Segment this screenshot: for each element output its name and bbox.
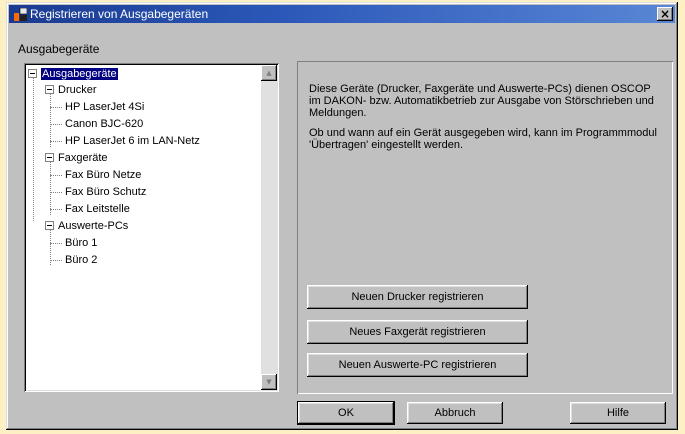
scroll-down-icon[interactable]: ▼ [261,374,277,390]
tree-scrollbar[interactable]: ▲ ▼ [261,65,277,390]
tree-item-auswerte-pcs[interactable]: Auswerte-PCs [45,219,128,234]
group-label: Ausgabegeräte [18,42,100,56]
tree-item-label: Fax Leitstelle [65,203,130,215]
tree-item-fax-device[interactable]: Fax Büro Schutz [65,185,146,200]
tree-line [50,93,51,147]
tree-line [33,78,34,221]
help-button[interactable]: Hilfe [570,402,666,424]
tree-item-label: Faxgeräte [58,152,108,164]
tree-line [50,192,62,193]
window-title: Registrieren von Ausgabegeräten [30,7,209,21]
info-panel: Diese Geräte (Drucker, Faxgeräte und Aus… [297,61,673,394]
ok-button[interactable]: OK [297,401,395,425]
tree-line [50,141,62,142]
dialog-window: Registrieren von Ausgabegeräten × Ausgab… [6,2,678,430]
tree-line [50,107,62,108]
tree-item-fax-device[interactable]: Fax Büro Netze [65,168,141,183]
tree-line [50,161,51,215]
tree-item-label: Fax Büro Schutz [65,186,147,198]
close-button[interactable]: × [657,7,673,21]
tree-item-printer[interactable]: HP LaserJet 4Si [65,100,144,115]
tree-item-fax[interactable]: Faxgeräte [45,151,108,166]
tree-line [50,175,62,176]
tree-item-label: Büro 1 [65,237,98,249]
collapse-icon[interactable] [45,220,54,230]
collapse-icon[interactable] [28,68,37,78]
tree-item-label: Canon BJC-620 [65,118,144,130]
scroll-up-icon[interactable]: ▲ [261,65,277,81]
collapse-icon[interactable] [45,84,54,94]
tree-item-label: Ausgabegeräte [41,68,118,80]
tree-line [50,243,62,244]
info-paragraph-1: Diese Geräte (Drucker, Faxgeräte und Aus… [309,83,654,119]
device-tree[interactable]: Ausgabegeräte Drucker HP LaserJet 4Si Ca… [24,63,279,392]
tree-item-root[interactable]: Ausgabegeräte [28,67,118,82]
tree-item-label: Drucker [58,84,97,96]
tree-item-pc[interactable]: Büro 1 [65,236,97,251]
tree-item-label: HP LaserJet 6 im LAN-Netz [65,135,200,147]
tree-line [50,124,62,125]
tree-item-label: HP LaserJet 4Si [65,101,145,113]
app-icon [13,7,27,21]
tree-line [50,260,62,261]
register-fax-button[interactable]: Neues Faxgerät registrieren [307,320,528,344]
cancel-button[interactable]: Abbruch [407,402,503,424]
tree-item-pc[interactable]: Büro 2 [65,253,97,268]
tree-item-printer[interactable]: HP LaserJet 6 im LAN-Netz [65,134,200,149]
tree-content: Ausgabegeräte Drucker HP LaserJet 4Si Ca… [28,67,261,388]
tree-item-label: Fax Büro Netze [65,169,142,181]
tree-item-label: Büro 2 [65,254,98,266]
tree-item-label: Auswerte-PCs [58,220,129,232]
tree-item-fax-device[interactable]: Fax Leitstelle [65,202,130,217]
register-printer-button[interactable]: Neuen Drucker registrieren [307,285,528,309]
info-text: Diese Geräte (Drucker, Faxgeräte und Aus… [309,83,665,159]
tree-item-drucker[interactable]: Drucker [45,83,97,98]
tree-line [50,209,62,210]
tree-item-printer[interactable]: Canon BJC-620 [65,117,143,132]
info-paragraph-2: Ob und wann auf ein Gerät ausgegeben wir… [309,127,657,151]
register-pc-button[interactable]: Neuen Auswerte-PC registrieren [307,353,528,377]
collapse-icon[interactable] [45,152,54,162]
title-bar[interactable]: Registrieren von Ausgabegeräten × [9,5,675,23]
